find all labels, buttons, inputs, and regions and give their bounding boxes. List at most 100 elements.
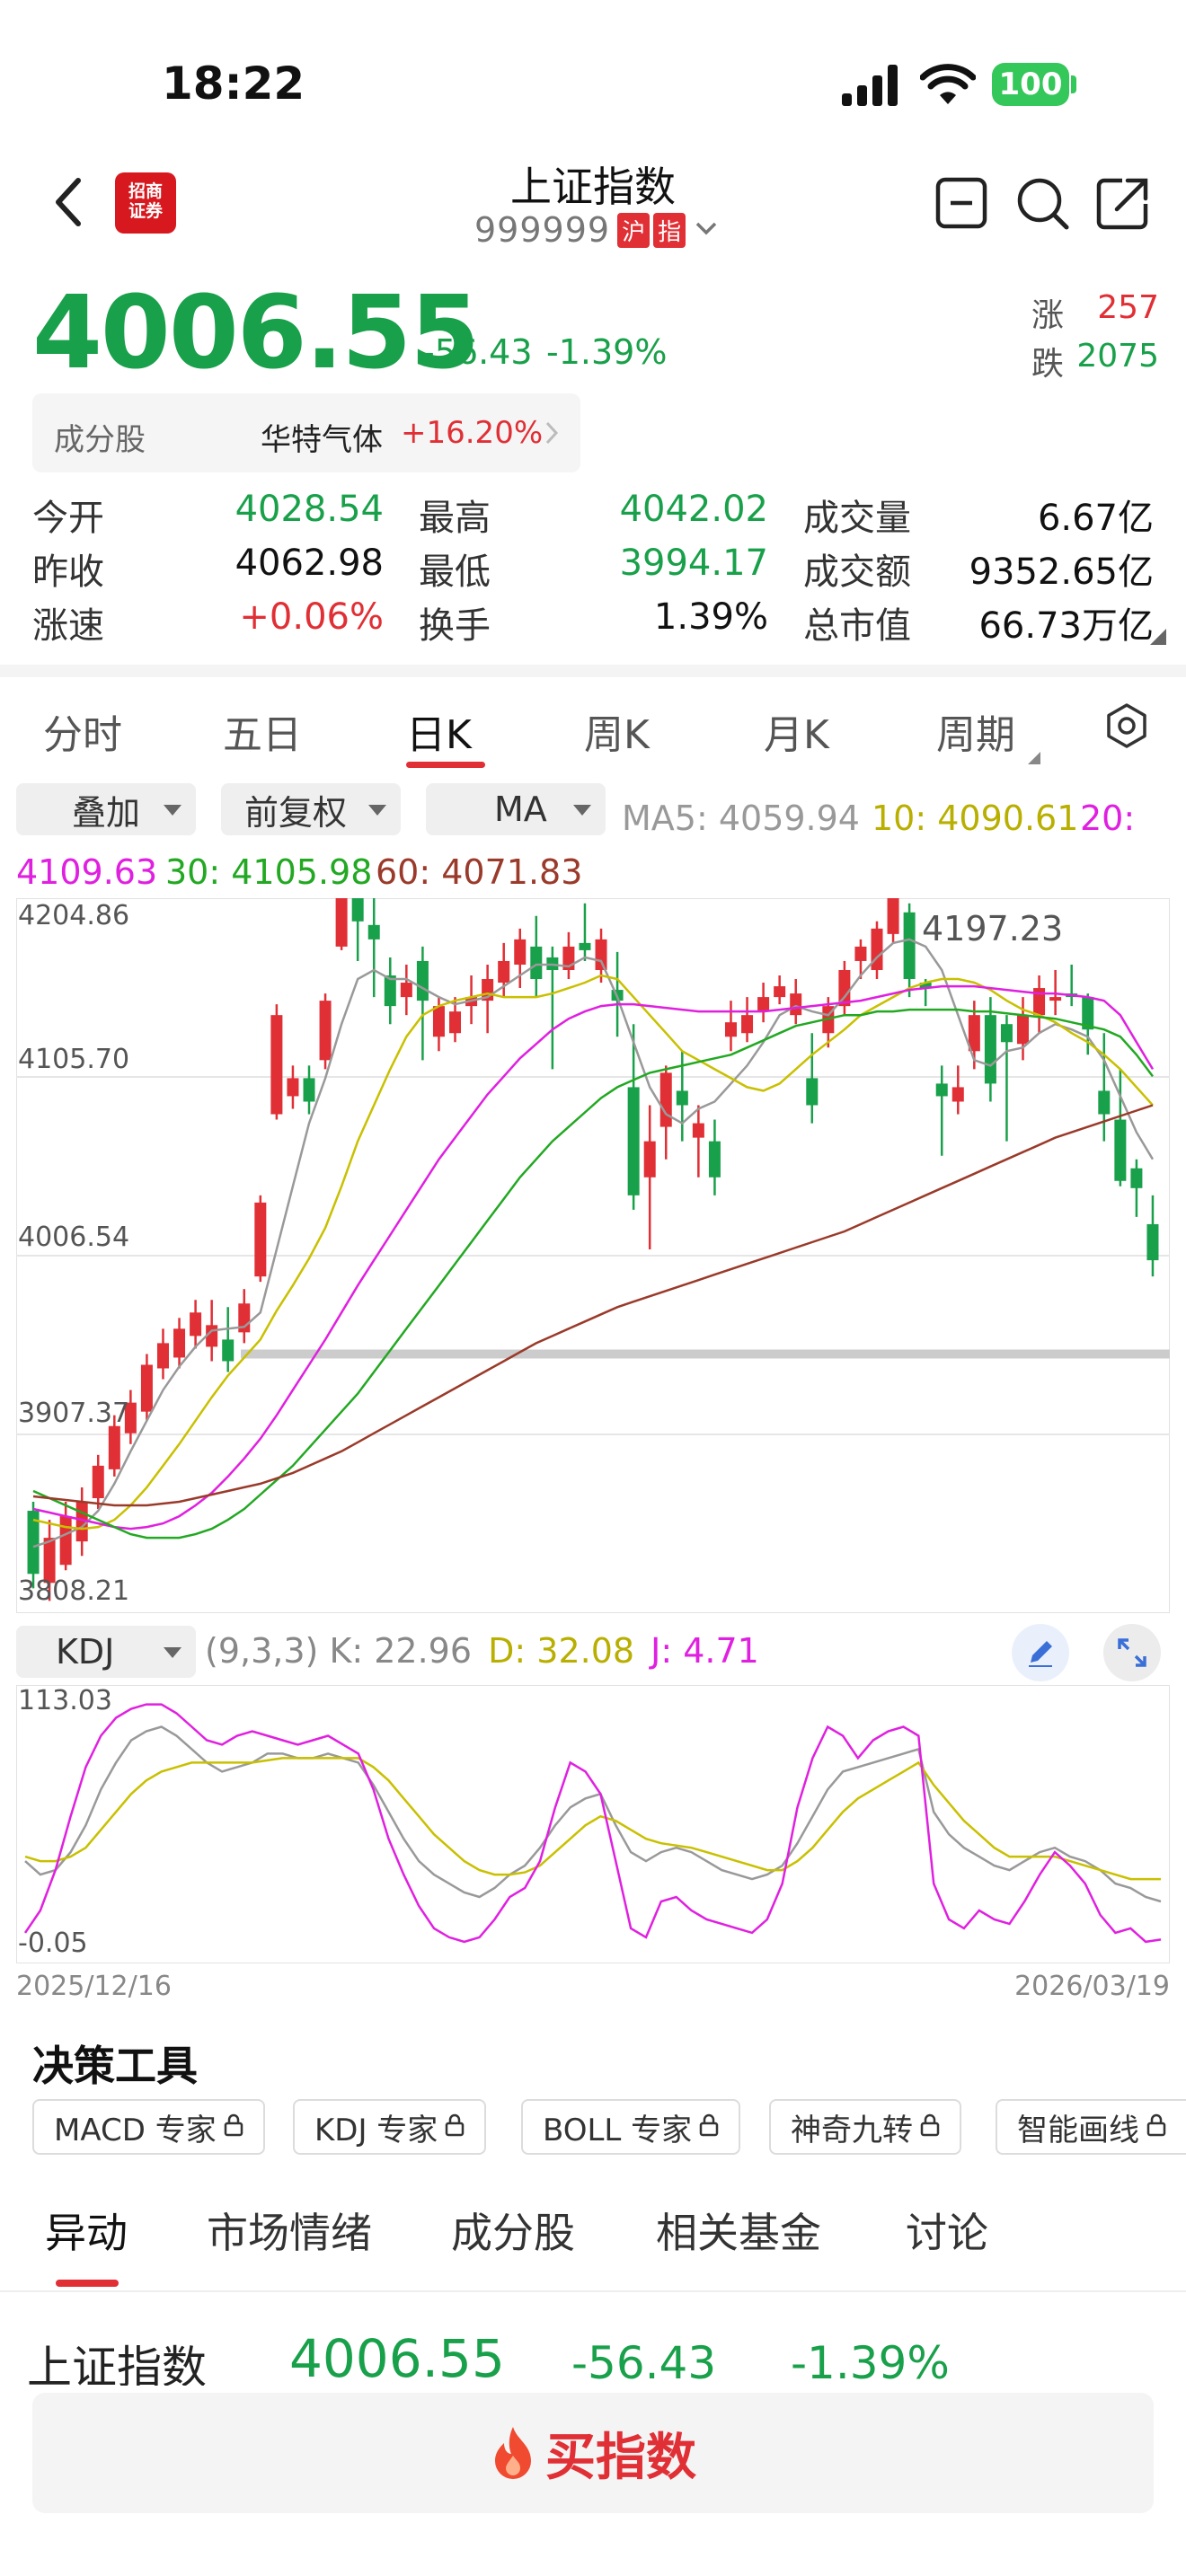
kline-svg xyxy=(15,843,1171,1614)
kdj-label: KDJ xyxy=(56,1632,115,1672)
candle-body xyxy=(498,960,510,984)
tab-monthly-k[interactable]: 月K xyxy=(764,702,829,760)
candle-body xyxy=(643,1141,656,1178)
stat-value: 6.67亿 xyxy=(1037,498,1154,539)
kline-chart[interactable]: 4204.86 4105.70 4006.54 3907.37 3808.21 … xyxy=(15,843,1171,1614)
stat-value: 1.39% xyxy=(653,596,768,638)
tab-constituents[interactable]: 成分股 xyxy=(451,2201,575,2260)
stat-label: 今开 xyxy=(32,498,104,539)
stat-value: +0.06% xyxy=(239,596,384,638)
candle-body xyxy=(335,879,348,947)
chevron-down-icon xyxy=(695,220,718,240)
tab-discussion[interactable]: 讨论 xyxy=(906,2201,988,2260)
stat-label: 昨收 xyxy=(32,551,104,593)
active-tab-indicator xyxy=(406,762,485,768)
tool-chip-label: BOLL 专家 xyxy=(543,2112,693,2148)
battery-icon: 100 xyxy=(992,63,1069,106)
stat-label: 最高 xyxy=(419,498,491,539)
candle-body xyxy=(416,960,429,1001)
tool-chip-nine-turn[interactable]: 神奇九转 xyxy=(769,2099,961,2155)
expand-corner-icon[interactable] xyxy=(1150,629,1166,648)
tab-daily-k[interactable]: 日K xyxy=(406,702,472,760)
stat-label: 最低 xyxy=(419,551,491,593)
status-time: 18:22 xyxy=(162,57,305,110)
minimize-icon[interactable] xyxy=(933,174,990,232)
section-divider xyxy=(0,665,1186,677)
footer-quote-row: 上证指数 4006.55 -56.43 -1.39% xyxy=(0,2332,1186,2386)
kdj-y-top-label: 113.03 xyxy=(18,1685,112,1716)
candle-body xyxy=(1114,1119,1127,1181)
stat-value: 4062.98 xyxy=(235,543,384,584)
kdj-svg xyxy=(15,1684,1171,1964)
lock-icon xyxy=(445,2109,465,2145)
candle-body xyxy=(303,1078,315,1102)
tab-five-day[interactable]: 五日 xyxy=(223,702,302,760)
header: 招商 证券 上证指数 999999 沪 指 xyxy=(0,135,1186,269)
tool-chip-macd[interactable]: MACD 专家 xyxy=(32,2099,265,2155)
constituent-leader-bar[interactable]: 成分股 华特气体 +16.20% xyxy=(32,393,580,472)
stat-value: 3994.17 xyxy=(619,543,768,584)
flame-icon xyxy=(490,2425,536,2481)
tab-period[interactable]: 周期 xyxy=(936,702,1015,760)
candle-body xyxy=(432,1006,445,1037)
settings-icon[interactable] xyxy=(1102,701,1152,751)
kdj-dropdown[interactable]: KDJ xyxy=(16,1626,196,1678)
kdj-k-value: K: 22.96 xyxy=(329,1631,473,1671)
stat-label: 成交量 xyxy=(803,498,911,539)
fullscreen-icon[interactable] xyxy=(1103,1624,1161,1681)
y-tick-label: 3808.21 xyxy=(18,1575,130,1607)
candle-body xyxy=(367,924,380,940)
tool-chip-label: MACD 专家 xyxy=(54,2112,217,2148)
constituent-name: 华特气体 xyxy=(261,422,383,458)
candle-body xyxy=(59,1516,72,1566)
kdj-params: (9,3,3) xyxy=(205,1631,319,1671)
candle-body xyxy=(351,874,364,922)
security-code-row[interactable]: 999999 沪 指 xyxy=(474,208,718,251)
tool-chip-boll[interactable]: BOLL 专家 xyxy=(521,2099,741,2155)
up-label: 涨 xyxy=(1031,297,1065,334)
ma5-legend: MA5: 4059.94 xyxy=(622,798,860,838)
buy-index-button[interactable]: 买指数 xyxy=(32,2393,1154,2513)
candle-body xyxy=(676,1090,688,1106)
candle-body xyxy=(757,997,770,1012)
index-badge: 指 xyxy=(653,212,686,248)
tool-chip-label: 智能画线 xyxy=(1017,2112,1139,2148)
tab-market-sentiment[interactable]: 市场情绪 xyxy=(207,2201,372,2260)
tool-chip-label: KDJ 专家 xyxy=(314,2112,438,2148)
tab-activity[interactable]: 异动 xyxy=(45,2201,128,2260)
candle-body xyxy=(1130,1168,1143,1188)
candle-body xyxy=(1098,1090,1111,1115)
period-corner-icon xyxy=(1028,751,1040,768)
y-tick-label: 4204.86 xyxy=(18,900,130,931)
kdj-line-j xyxy=(23,1703,1162,1944)
tab-intraday[interactable]: 分时 xyxy=(43,702,122,760)
adjust-dropdown[interactable]: 前复权 xyxy=(221,783,401,835)
candle-body xyxy=(222,1339,235,1362)
tool-chip-label: 神奇九转 xyxy=(791,2112,913,2148)
tools-title: 决策工具 xyxy=(32,2042,198,2090)
chevron-right-icon xyxy=(544,420,559,449)
stat-value: 9352.65亿 xyxy=(969,551,1154,593)
indicator-dropdown[interactable]: MA xyxy=(426,783,606,835)
tool-chip-smart-draw[interactable]: 智能画线 xyxy=(996,2099,1186,2155)
kdj-chart[interactable]: 113.03 -0.05 xyxy=(15,1684,1171,1964)
tab-related-funds[interactable]: 相关基金 xyxy=(656,2201,821,2260)
candle-body xyxy=(595,939,607,970)
current-price: 4006.55 xyxy=(32,275,480,392)
tool-chip-kdj[interactable]: KDJ 专家 xyxy=(293,2099,487,2155)
lock-icon xyxy=(224,2109,243,2145)
share-icon[interactable] xyxy=(1094,174,1152,232)
caret-down-icon xyxy=(573,805,591,816)
edit-pencil-icon[interactable] xyxy=(1012,1624,1069,1681)
price-change: -56.43 xyxy=(422,332,533,372)
candle-body xyxy=(156,1343,169,1369)
overlay-dropdown[interactable]: 叠加 xyxy=(16,783,196,835)
candle-body xyxy=(984,1015,996,1084)
tab-weekly-k[interactable]: 周K xyxy=(584,702,650,760)
lock-icon xyxy=(920,2109,940,2145)
search-icon[interactable] xyxy=(1013,174,1071,232)
indicator-label: MA xyxy=(494,790,547,829)
stat-value: 4028.54 xyxy=(235,489,384,530)
footer-quote-change: -56.43 xyxy=(571,2337,717,2386)
candle-body xyxy=(903,912,916,980)
